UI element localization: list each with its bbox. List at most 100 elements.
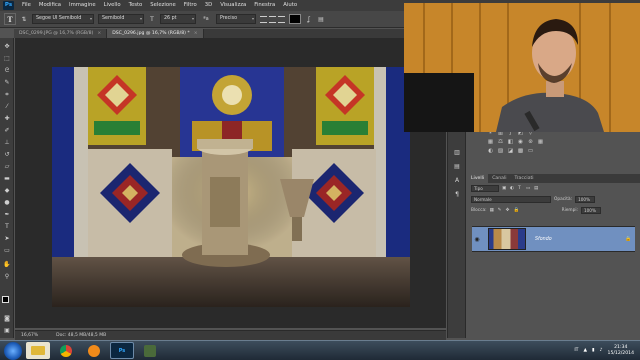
tab-dsc-0299[interactable]: DSC_0299.JPG @ 16,7% (RGB/8) × bbox=[14, 29, 108, 38]
quick-mask-icon[interactable]: ◙ bbox=[2, 314, 12, 323]
threshold-icon[interactable]: ◪ bbox=[507, 148, 514, 155]
properties-panel-icon[interactable]: ▤ bbox=[452, 162, 462, 171]
blur-icon[interactable]: ◆ bbox=[2, 186, 12, 195]
network-icon[interactable]: ▮ bbox=[592, 348, 595, 353]
hand-icon[interactable]: ✋ bbox=[2, 260, 12, 269]
lock-pixels-icon[interactable]: ▦ bbox=[490, 208, 495, 213]
visibility-eye-icon[interactable]: ◉ bbox=[472, 236, 482, 243]
filter-pixel-icon[interactable]: ▣ bbox=[502, 186, 507, 191]
layer-kind-filter[interactable]: Tipo bbox=[471, 185, 499, 192]
fill-input[interactable]: 100% bbox=[580, 207, 601, 214]
screen-mode-icon[interactable]: ▣ bbox=[2, 326, 12, 335]
tab-tracciati[interactable]: Tracciati bbox=[511, 174, 538, 183]
text-color-swatch[interactable] bbox=[289, 14, 301, 24]
font-family-select[interactable]: Segoe UI Semibold ▾ bbox=[32, 14, 94, 24]
crop-icon[interactable]: ⌗ bbox=[2, 90, 12, 99]
gradient-icon[interactable]: ▬ bbox=[2, 174, 12, 183]
paragraph-panel-icon[interactable]: ¶ bbox=[452, 190, 462, 199]
color-swatches[interactable] bbox=[2, 296, 12, 306]
character-panel-icon[interactable]: A bbox=[452, 176, 462, 185]
photo-filter-icon[interactable]: ◉ bbox=[517, 139, 524, 146]
hue-saturation-icon[interactable]: ▦ bbox=[487, 139, 494, 146]
type-tool-preset-icon[interactable]: T bbox=[4, 13, 16, 25]
layer-row-sfondo[interactable]: ◉ Sfondo 🔒 bbox=[472, 226, 635, 252]
zoom-level[interactable]: 16,67% bbox=[21, 333, 38, 338]
tab-livelli[interactable]: Livelli bbox=[467, 174, 489, 183]
layer-name[interactable]: Sfondo bbox=[535, 237, 625, 242]
menu-testo[interactable]: Testo bbox=[125, 0, 147, 11]
font-style-select[interactable]: Semibold ▾ bbox=[98, 14, 144, 24]
lock-position-icon[interactable]: ✥ bbox=[506, 208, 511, 213]
selective-color-icon[interactable]: ▩ bbox=[517, 148, 524, 155]
channel-mixer-icon[interactable]: ⊛ bbox=[527, 139, 534, 146]
filter-shape-icon[interactable]: ▭ bbox=[526, 186, 531, 191]
explorer-taskbar-icon[interactable] bbox=[26, 342, 50, 359]
character-panel-icon[interactable]: ▤ bbox=[317, 15, 325, 24]
menu-selezione[interactable]: Selezione bbox=[146, 0, 179, 11]
healing-icon[interactable]: ✚ bbox=[2, 114, 12, 123]
lock-paint-icon[interactable]: ✎ bbox=[498, 208, 503, 213]
menu-finestra[interactable]: Finestra bbox=[250, 0, 279, 11]
menu-aiuto[interactable]: Aiuto bbox=[279, 0, 301, 11]
camera-taskbar-icon[interactable] bbox=[138, 342, 162, 359]
opacity-input[interactable]: 100% bbox=[575, 196, 596, 203]
orientation-toggle-icon[interactable]: ⇅ bbox=[20, 15, 28, 24]
font-size-select[interactable]: 26 pt ▾ bbox=[160, 14, 196, 24]
path-select-icon[interactable]: ➤ bbox=[2, 234, 12, 243]
chrome-taskbar-icon[interactable] bbox=[54, 342, 78, 359]
brush-icon[interactable]: ✐ bbox=[2, 126, 12, 135]
menu-3d[interactable]: 3D bbox=[201, 0, 216, 11]
document-photo[interactable] bbox=[52, 67, 410, 307]
invert-icon[interactable]: ◐ bbox=[487, 148, 494, 155]
move-icon[interactable]: ✥ bbox=[2, 42, 12, 51]
antialias-select[interactable]: Preciso ▾ bbox=[216, 14, 256, 24]
document-canvas-area[interactable] bbox=[15, 38, 446, 328]
marquee-icon[interactable]: ⬚ bbox=[2, 54, 12, 63]
foreground-color[interactable] bbox=[2, 296, 9, 303]
eraser-icon[interactable]: ▱ bbox=[2, 162, 12, 171]
black-white-icon[interactable]: ◧ bbox=[507, 139, 514, 146]
tab-canali[interactable]: Canali bbox=[488, 174, 510, 183]
media-taskbar-icon[interactable] bbox=[82, 342, 106, 359]
menu-file[interactable]: File bbox=[18, 0, 35, 11]
warp-text-icon[interactable]: ʆ bbox=[305, 15, 313, 24]
language-indicator[interactable]: IT bbox=[574, 348, 578, 353]
lasso-icon[interactable]: ᘓ bbox=[2, 66, 12, 75]
menu-livello[interactable]: Livello bbox=[100, 0, 125, 11]
color-lookup-icon[interactable]: ▦ bbox=[537, 139, 544, 146]
filter-adjustment-icon[interactable]: ◐ bbox=[510, 186, 515, 191]
menu-immagine[interactable]: Immagine bbox=[65, 0, 100, 11]
pen-icon[interactable]: ✒ bbox=[2, 210, 12, 219]
menu-modifica[interactable]: Modifica bbox=[35, 0, 65, 11]
menu-filtro[interactable]: Filtro bbox=[180, 0, 201, 11]
posterize-icon[interactable]: ▨ bbox=[497, 148, 504, 155]
clone-stamp-icon[interactable]: ⊥ bbox=[2, 138, 12, 147]
history-brush-icon[interactable]: ↺ bbox=[2, 150, 12, 159]
shape-icon[interactable]: ▭ bbox=[2, 246, 12, 255]
layer-thumbnail[interactable] bbox=[488, 228, 526, 250]
volume-icon[interactable]: ♪ bbox=[600, 348, 603, 353]
align-left-icon[interactable] bbox=[260, 15, 267, 23]
eyedropper-icon[interactable]: ⁄ bbox=[2, 102, 12, 111]
photoshop-taskbar-icon[interactable]: Ps bbox=[110, 342, 134, 359]
align-right-icon[interactable] bbox=[278, 15, 285, 23]
clock[interactable]: 21:34 15/12/2014 bbox=[608, 345, 634, 357]
document-size[interactable]: Doc: 48,5 MB/48,5 MB bbox=[56, 333, 106, 338]
gradient-map-icon[interactable]: ▭ bbox=[527, 148, 534, 155]
tab-dsc-0296[interactable]: DSC_0296.jpg @ 16,7% (RGB/8) * × bbox=[107, 29, 204, 38]
menu-visualizza[interactable]: Visualizza bbox=[216, 0, 250, 11]
filter-type-icon[interactable]: T bbox=[518, 186, 523, 191]
close-icon[interactable]: × bbox=[97, 31, 101, 36]
quick-select-icon[interactable]: ✎ bbox=[2, 78, 12, 87]
filter-smart-icon[interactable]: ▤ bbox=[534, 186, 539, 191]
dodge-icon[interactable]: ● bbox=[2, 198, 12, 207]
lock-all-icon[interactable]: 🔒 bbox=[514, 208, 520, 213]
zoom-icon[interactable]: ⚲ bbox=[2, 272, 12, 281]
align-center-icon[interactable] bbox=[269, 15, 276, 23]
close-icon[interactable]: × bbox=[194, 31, 198, 36]
tray-arrow-icon[interactable]: ▲ bbox=[584, 348, 588, 353]
type-icon[interactable]: T bbox=[2, 222, 12, 231]
blend-mode-select[interactable]: Normale bbox=[471, 196, 551, 203]
color-balance-icon[interactable]: ⚖ bbox=[497, 139, 504, 146]
start-button[interactable] bbox=[4, 341, 22, 360]
